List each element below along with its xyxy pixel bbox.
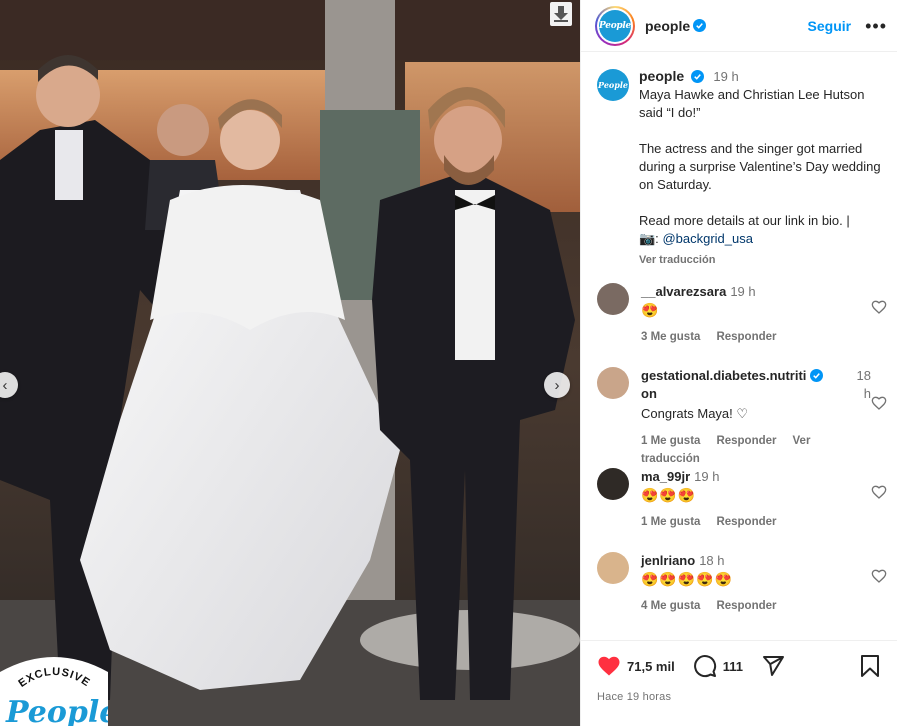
- caption-line-2: The actress and the singer got married d…: [639, 141, 881, 192]
- next-photo-button[interactable]: ›: [544, 372, 570, 398]
- comment-username-part-2[interactable]: on: [641, 385, 657, 403]
- chevron-right-icon: ›: [554, 376, 560, 394]
- comment-time-part-2: h: [863, 386, 871, 401]
- post-actions-bar: 71,5 mil 111 Hace 19 horas: [581, 640, 897, 726]
- comment-time: 18 h: [699, 553, 725, 568]
- verified-icon: [690, 70, 704, 83]
- mention-link[interactable]: @backgrid_usa: [662, 231, 753, 246]
- post-side-panel: People people Seguir ••• People people 1…: [580, 0, 897, 726]
- post-timestamp: Hace 19 horas: [597, 691, 672, 703]
- reply-button[interactable]: Responder: [716, 516, 776, 528]
- post-header: People people Seguir •••: [581, 0, 897, 52]
- likes-count[interactable]: 71,5 mil: [627, 659, 675, 674]
- comment-icon[interactable]: [693, 654, 717, 678]
- post-caption: People people 19 h Maya Hawke and Christ…: [597, 67, 881, 269]
- wedding-photo: [0, 0, 580, 726]
- download-icon[interactable]: [550, 2, 572, 26]
- comment-username[interactable]: jenlriano: [641, 553, 695, 568]
- commenter-avatar[interactable]: [597, 367, 629, 399]
- comment-likes[interactable]: 4 Me gusta: [641, 600, 700, 612]
- follow-button[interactable]: Seguir: [808, 18, 852, 34]
- comment-likes[interactable]: 1 Me gusta: [641, 516, 700, 528]
- post-photo: ‹ › EXCLUSIVE People: [0, 0, 580, 726]
- comment-username[interactable]: ma_99jr: [641, 469, 690, 484]
- exclusive-badge: EXCLUSIVE People: [0, 652, 118, 726]
- people-logo: People: [599, 9, 631, 42]
- comment-time: 19 h: [730, 284, 756, 299]
- comment-text: 😍😍😍: [641, 487, 697, 503]
- comment-text: 😍😍😍😍😍: [641, 571, 734, 587]
- caption-line-3: Read more details at our link in bio. |: [639, 213, 850, 228]
- comment-time-part-1: 18: [856, 368, 871, 383]
- save-bookmark-icon[interactable]: [859, 654, 881, 678]
- comment-text: 😍: [641, 302, 660, 318]
- verified-icon: [693, 19, 707, 32]
- liked-heart-icon[interactable]: [597, 654, 621, 678]
- like-comment-heart-icon[interactable]: [871, 299, 887, 315]
- camera-emoji: 📷:: [639, 231, 659, 246]
- comment-item: gestational.diabetes.nutriti 18 on h Con…: [597, 367, 887, 468]
- comment-likes[interactable]: 1 Me gusta: [641, 435, 700, 447]
- like-comment-heart-icon[interactable]: [871, 568, 887, 584]
- comment-time: 19 h: [694, 469, 720, 484]
- caption-avatar[interactable]: People: [597, 69, 629, 101]
- reply-button[interactable]: Responder: [716, 435, 776, 447]
- reply-button[interactable]: Responder: [716, 600, 776, 612]
- caption-username[interactable]: people: [639, 68, 684, 84]
- commenter-avatar[interactable]: [597, 468, 629, 500]
- like-comment-heart-icon[interactable]: [871, 395, 887, 411]
- comment-item: ma_99jr 19 h 😍😍😍 1 Me gusta Responder: [597, 468, 887, 531]
- comment-text: Congrats Maya! ♡: [641, 406, 749, 421]
- comments-count: 111: [722, 658, 743, 674]
- share-icon[interactable]: [761, 654, 785, 678]
- verified-icon: [810, 369, 824, 382]
- caption-line-1: Maya Hawke and Christian Lee Hutson said…: [639, 87, 865, 120]
- account-username[interactable]: people: [645, 18, 690, 34]
- comment-username[interactable]: __alvarezsara: [641, 284, 726, 299]
- comment-item: jenlriano 18 h 😍😍😍😍😍 4 Me gusta Responder: [597, 552, 887, 615]
- see-translation-link[interactable]: Ver traducción: [639, 251, 881, 269]
- comment-item: __alvarezsara 19 h 😍 3 Me gusta Responder: [597, 283, 887, 346]
- like-comment-heart-icon[interactable]: [871, 484, 887, 500]
- caption-time: 19 h: [713, 69, 739, 84]
- more-options-icon[interactable]: •••: [865, 17, 887, 35]
- commenter-avatar[interactable]: [597, 283, 629, 315]
- commenter-avatar[interactable]: [597, 552, 629, 584]
- comment-likes[interactable]: 3 Me gusta: [641, 331, 700, 343]
- comment-username-part-1[interactable]: gestational.diabetes.nutriti: [641, 368, 806, 383]
- chevron-left-icon: ‹: [2, 376, 8, 394]
- reply-button[interactable]: Responder: [716, 331, 776, 343]
- brand-logo-text: People: [5, 695, 108, 726]
- account-avatar[interactable]: People: [595, 5, 635, 46]
